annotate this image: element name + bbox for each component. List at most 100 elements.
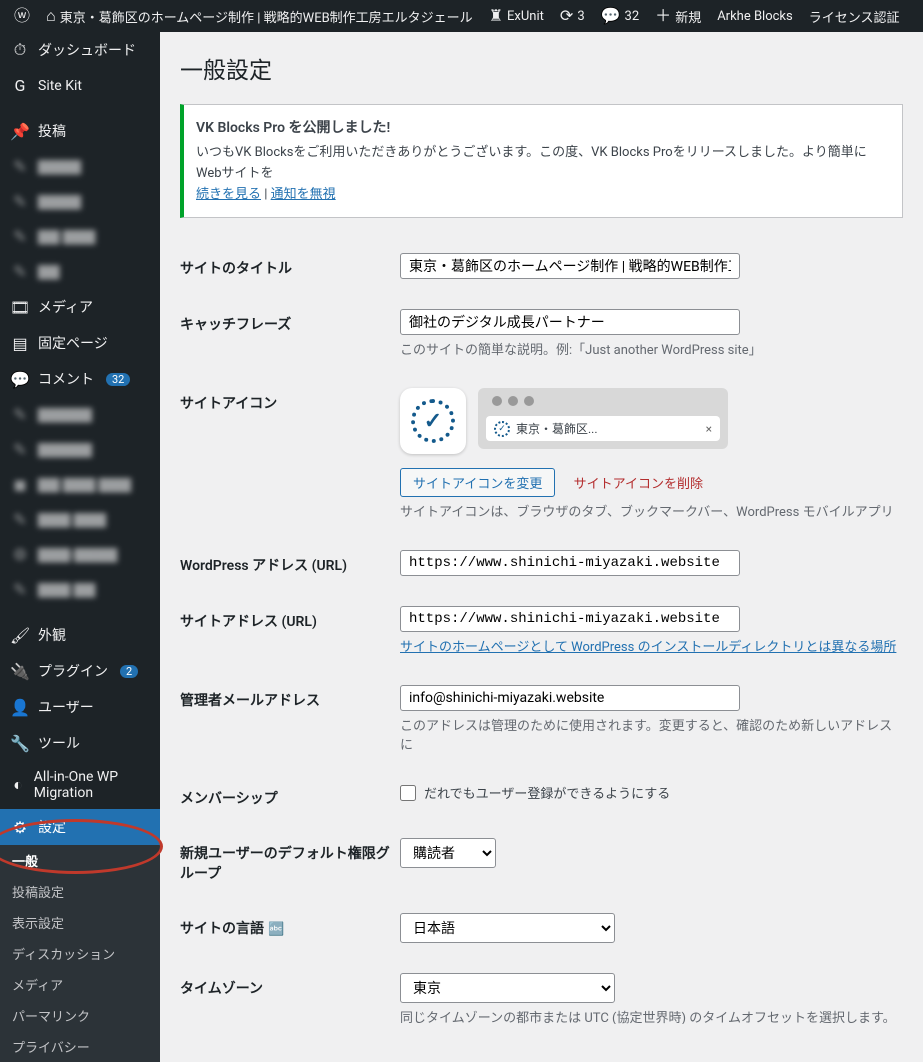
site-name-text: 東京・葛飾区のホームページ制作 | 戦略的WEB制作工房エルタジェール bbox=[60, 7, 473, 26]
page-title: 一般設定 bbox=[180, 42, 903, 89]
comment-icon: 💬 bbox=[10, 370, 30, 389]
google-icon: G bbox=[10, 76, 30, 95]
menu-dashboard[interactable]: ⏱ダッシュボード bbox=[0, 32, 160, 68]
select-language[interactable]: 日本語 bbox=[400, 913, 615, 943]
menu-tools-label: ツール bbox=[38, 733, 80, 753]
new-link[interactable]: ＋新規 bbox=[647, 0, 709, 32]
select-default-role[interactable]: 購読者 bbox=[400, 838, 496, 868]
menu-sitekit-label: Site Kit bbox=[38, 78, 82, 94]
submenu-permalink[interactable]: パーマリンク bbox=[0, 1000, 160, 1031]
submenu-privacy[interactable]: プライバシー bbox=[0, 1031, 160, 1062]
select-timezone[interactable]: 東京 bbox=[400, 973, 615, 1003]
comments-link[interactable]: 💬 32 bbox=[593, 0, 648, 32]
arkhe-link[interactable]: Arkhe Blocks bbox=[709, 0, 801, 32]
label-wpurl: WordPress アドレス (URL) bbox=[180, 550, 400, 575]
menu-plugins[interactable]: 🔌 プラグイン 2 bbox=[0, 653, 160, 689]
menu-blurred[interactable]: ◼▇▇ ▇▇▇ ▇▇▇ bbox=[0, 467, 160, 502]
menu-blurred[interactable]: ⚙▇▇▇-▇▇▇▇ bbox=[0, 537, 160, 572]
submenu-general[interactable]: 一般 bbox=[0, 845, 160, 876]
site-name-link[interactable]: ⌂東京・葛飾区のホームページ制作 | 戦略的WEB制作工房エルタジェール bbox=[38, 0, 481, 32]
desc-timezone: 同じタイムゾーンの都市または UTC (協定世界時) のタイムオフセットを選択し… bbox=[400, 1007, 903, 1024]
submenu-reading[interactable]: 表示設定 bbox=[0, 907, 160, 938]
comment-icon: 💬 bbox=[601, 8, 621, 24]
submenu-writing[interactable]: 投稿設定 bbox=[0, 876, 160, 907]
menu-appearance[interactable]: 🖌 外観 bbox=[0, 617, 160, 653]
page-icon: ▤ bbox=[10, 334, 30, 353]
input-site-title[interactable] bbox=[400, 253, 740, 279]
menu-aio-label: All-in-One WP Migration bbox=[34, 769, 150, 801]
brush-icon: 🖌 bbox=[10, 626, 30, 645]
change-icon-button[interactable]: サイトアイコンを変更 bbox=[400, 468, 555, 497]
desc-tagline: このサイトの簡単な説明。例:「Just another WordPress si… bbox=[400, 339, 903, 358]
menu-blurred[interactable]: ✎▇▇▇▇▇ bbox=[0, 432, 160, 467]
row-default-role: 新規ユーザーのデフォルト権限グループ 購読者 bbox=[180, 823, 903, 898]
license-link[interactable]: ライセンス認証 bbox=[801, 0, 908, 32]
admin-toolbar: ⓦ ⌂東京・葛飾区のホームページ制作 | 戦略的WEB制作工房エルタジェール ♜… bbox=[0, 0, 923, 32]
comments-count: 32 bbox=[625, 9, 640, 24]
close-icon: × bbox=[706, 422, 712, 436]
label-tagline: キャッチフレーズ bbox=[180, 309, 400, 334]
notice-dismiss-link[interactable]: 通知を無視 bbox=[271, 187, 336, 202]
admin-sidebar: ⏱ダッシュボード G Site Kit 📌投稿 ✎▇▇▇▇ ✎▇▇▇▇ ✎▇▇ ▇… bbox=[0, 32, 160, 1024]
siteurl-desc-link[interactable]: サイトのホームページとして WordPress のインストールディレクトリとは異… bbox=[400, 640, 896, 655]
checkbox-membership[interactable] bbox=[400, 785, 416, 801]
settings-form: サイトのタイトル キャッチフレーズ このサイトの簡単な説明。例:「Just an… bbox=[180, 238, 903, 1024]
submenu-discussion[interactable]: ディスカッション bbox=[0, 938, 160, 969]
app-icon-preview: ✓ bbox=[400, 388, 466, 454]
plugins-badge: 2 bbox=[120, 665, 138, 678]
menu-pages[interactable]: ▤固定ページ bbox=[0, 325, 160, 361]
menu-blurred[interactable]: ✎▇▇▇ ▇▇▇ bbox=[0, 502, 160, 537]
menu-aio-migration[interactable]: ◐All-in-One WP Migration bbox=[0, 761, 160, 809]
label-language: サイトの言語🔤 bbox=[180, 913, 400, 938]
menu-media[interactable]: 🎞メディア bbox=[0, 289, 160, 325]
menu-sitekit[interactable]: G Site Kit bbox=[0, 68, 160, 103]
updates-count: 3 bbox=[577, 9, 584, 24]
menu-blurred[interactable]: ✎▇▇▇▇ bbox=[0, 149, 160, 184]
arkhe-text: Arkhe Blocks bbox=[717, 9, 793, 24]
notice-vkblocks: VK Blocks Pro を公開しました! いつもVK Blocksをご利用い… bbox=[180, 104, 903, 218]
notice-body: いつもVK Blocksをご利用いただきありがとうございます。この度、VK Bl… bbox=[196, 143, 890, 205]
menu-blurred[interactable]: ✎▇▇ ▇▇▇ bbox=[0, 219, 160, 254]
notice-more-link[interactable]: 続きを見る bbox=[196, 187, 261, 202]
exunit-text: ExUnit bbox=[507, 9, 544, 24]
menu-posts-label: 投稿 bbox=[38, 121, 66, 141]
settings-icon: ⚙ bbox=[10, 818, 30, 837]
input-tagline[interactable] bbox=[400, 309, 740, 335]
updates-link[interactable]: ⟳3 bbox=[552, 0, 593, 32]
row-site-title: サイトのタイトル bbox=[180, 238, 903, 294]
settings-submenu: 一般 投稿設定 表示設定 ディスカッション メディア パーマリンク プライバシー bbox=[0, 845, 160, 1062]
plugin-icon: 🔌 bbox=[10, 662, 30, 681]
wp-logo[interactable]: ⓦ bbox=[6, 0, 38, 32]
menu-blurred[interactable]: ✎▇▇▇▇ bbox=[0, 184, 160, 219]
menu-plugins-label: プラグイン bbox=[38, 661, 108, 681]
input-wpurl[interactable] bbox=[400, 550, 740, 576]
label-site-title: サイトのタイトル bbox=[180, 253, 400, 278]
logo-icon: ✓ bbox=[411, 399, 455, 443]
home-icon: ⌂ bbox=[46, 8, 56, 24]
menu-users[interactable]: 👤ユーザー bbox=[0, 689, 160, 725]
row-membership: メンバーシップ だれでもユーザー登録ができるようにする bbox=[180, 768, 903, 823]
comments-badge: 32 bbox=[106, 373, 130, 386]
user-icon: 👤 bbox=[10, 698, 30, 717]
update-icon: ⟳ bbox=[560, 8, 573, 24]
row-timezone: タイムゾーン 東京 同じタイムゾーンの都市または UTC (協定世界時) のタイ… bbox=[180, 958, 903, 1024]
new-text: 新規 bbox=[675, 7, 701, 26]
menu-blurred[interactable]: ✎▇▇ bbox=[0, 254, 160, 289]
menu-posts[interactable]: 📌投稿 bbox=[0, 113, 160, 149]
label-siteurl: サイトアドレス (URL) bbox=[180, 606, 400, 631]
submenu-media[interactable]: メディア bbox=[0, 969, 160, 1000]
menu-blurred[interactable]: ✎▇▇▇▇▇ bbox=[0, 397, 160, 432]
input-admin-email[interactable] bbox=[400, 685, 740, 711]
wrench-icon: 🔧 bbox=[10, 734, 30, 753]
menu-comments[interactable]: 💬コメント32 bbox=[0, 361, 160, 397]
menu-blurred[interactable]: ✎▇▇▇ ▇▇ bbox=[0, 572, 160, 607]
menu-appearance-label: 外観 bbox=[38, 625, 66, 645]
menu-settings[interactable]: ⚙設定 bbox=[0, 809, 160, 845]
remove-icon-link[interactable]: サイトアイコンを削除 bbox=[574, 477, 703, 492]
label-timezone: タイムゾーン bbox=[180, 973, 400, 998]
notice-title: VK Blocks Pro を公開しました! bbox=[196, 117, 890, 137]
exunit-link[interactable]: ♜ExUnit bbox=[481, 0, 552, 32]
menu-tools[interactable]: 🔧 ツール bbox=[0, 725, 160, 761]
input-siteurl[interactable] bbox=[400, 606, 740, 632]
label-membership: メンバーシップ bbox=[180, 783, 400, 808]
